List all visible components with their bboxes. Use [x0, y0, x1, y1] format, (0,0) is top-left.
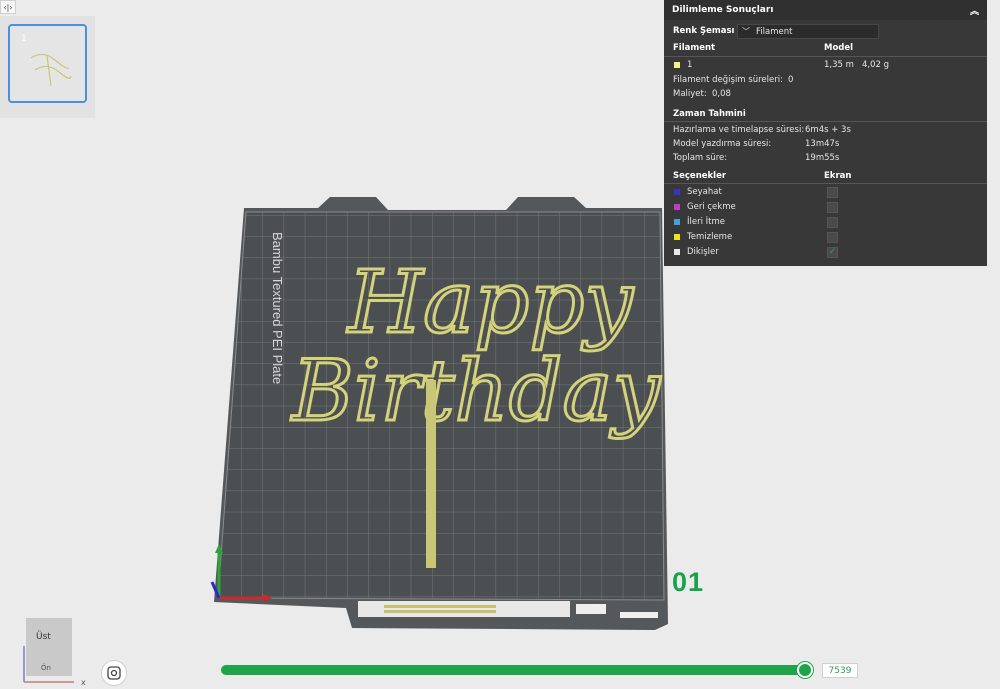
plate-icons: [576, 604, 606, 614]
filament-length: 1,35 m: [824, 60, 854, 70]
model-print-time-label: Model yazdırma süresi:: [673, 139, 772, 149]
view-cube-axes: x: [23, 646, 86, 687]
color-scheme-select[interactable]: ﹀ Filament: [737, 24, 879, 39]
color-scheme-label: Renk Şeması: [673, 26, 735, 36]
travel-swatch: [674, 189, 680, 195]
travel-checkbox[interactable]: [827, 187, 838, 198]
color-scheme-value: Filament: [756, 27, 793, 37]
slice-results-panel: Dilimleme Sonuçları ︽ Renk Şeması ﹀ Fila…: [664, 0, 987, 266]
deretraction-checkbox[interactable]: [827, 217, 838, 228]
plate-type-label: Bambu Textured PEI Plate: [270, 232, 285, 384]
retraction-checkbox[interactable]: [827, 202, 838, 213]
plate-label-strip: [358, 601, 570, 617]
filament-weight: 4,02 g: [862, 60, 890, 70]
x-axis-label: x: [81, 678, 86, 687]
retraction-swatch: [674, 204, 680, 210]
option-label: Geri çekme: [687, 202, 736, 212]
slider-value: 7539: [822, 663, 858, 678]
check-icon: ✓: [828, 247, 837, 257]
options-header: Seçenekler: [673, 171, 727, 181]
model-stick: [426, 380, 436, 568]
filament-color-swatch: [674, 62, 680, 68]
change-times-value: 0: [788, 75, 794, 85]
option-label: İleri İtme: [687, 217, 726, 227]
change-times-label: Filament değişim süreleri:: [673, 75, 783, 85]
option-label: Temizleme: [687, 232, 733, 242]
model-print-time-value: 13m47s: [805, 139, 840, 149]
camera-reset-icon: [107, 666, 121, 680]
option-label: Seyahat: [687, 187, 722, 197]
cost-label: Maliyet:: [673, 89, 707, 99]
filament-id: 1: [687, 60, 693, 70]
cost-value: 0,08: [712, 89, 731, 99]
slider-handle[interactable]: [797, 662, 814, 678]
reset-view-button[interactable]: [101, 660, 127, 686]
collapse-panel-icon[interactable]: ︽: [970, 4, 979, 17]
time-estimate-header: Zaman Tahmini: [673, 109, 746, 119]
option-label: Dikişler: [687, 247, 719, 257]
layer-move-slider[interactable]: [221, 662, 814, 678]
panel-title: Dilimleme Sonuçları: [672, 5, 774, 15]
filament-header: Filament: [673, 43, 716, 53]
slider-fill: [221, 665, 808, 675]
model-text-line1: Happy: [346, 253, 634, 353]
prep-time-value: 6m4s + 3s: [805, 125, 851, 135]
current-layer-number: 01: [672, 567, 705, 597]
chevron-down-icon: ﹀: [742, 27, 750, 36]
deretraction-swatch: [674, 219, 680, 225]
model-header: Model: [824, 43, 854, 53]
model-text-line2: Birthday: [290, 342, 661, 440]
seams-checkbox[interactable]: ✓: [827, 247, 838, 258]
display-header: Ekran: [824, 171, 852, 181]
panel-header: Dilimleme Sonuçları ︽: [664, 0, 987, 20]
seams-swatch: [674, 249, 680, 255]
prep-time-label: Hazırlama ve timelapse süresi:: [673, 125, 805, 135]
total-time-value: 19m55s: [805, 153, 840, 163]
total-time-label: Toplam süre:: [673, 153, 728, 163]
wipe-swatch: [674, 234, 680, 240]
wipe-checkbox[interactable]: [827, 232, 838, 243]
